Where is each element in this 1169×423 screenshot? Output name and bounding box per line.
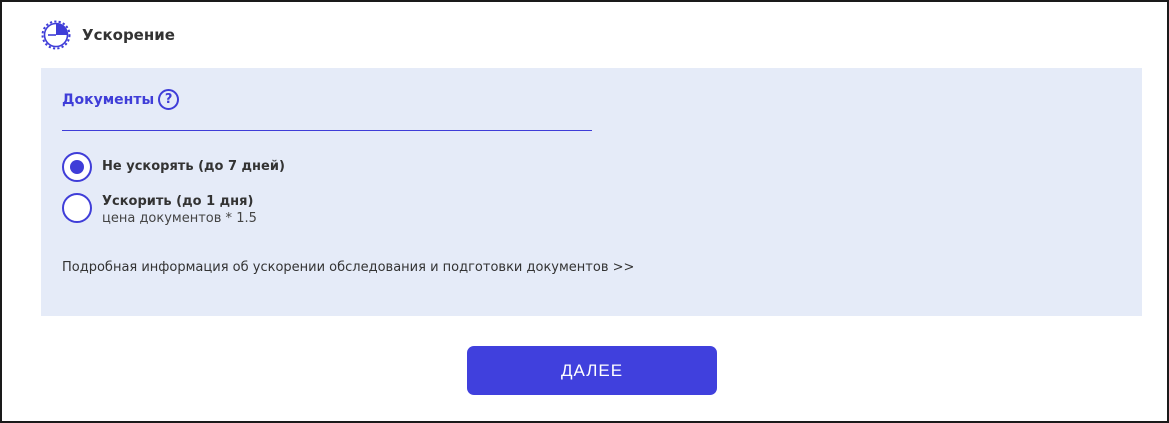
section-title: Ускорение	[82, 26, 175, 44]
radio-button-selected[interactable]	[62, 152, 92, 182]
radio-option-accelerate[interactable]: Ускорить (до 1 дня) цена документов * 1.…	[62, 193, 257, 227]
radio-option-no-acceleration[interactable]: Не ускорять (до 7 дней)	[62, 152, 285, 182]
radio-dot	[70, 160, 84, 174]
option-label: Не ускорять (до 7 дней)	[102, 159, 285, 174]
acceleration-info-link[interactable]: Подробная информация об ускорении обслед…	[62, 260, 634, 275]
next-button[interactable]: ДАЛЕЕ	[467, 346, 717, 395]
help-icon[interactable]: ?	[158, 89, 180, 110]
option-sublabel: цена документов * 1.5	[102, 211, 257, 226]
documents-label: Документы	[62, 91, 155, 108]
page-frame: Ускорение Документы ? Не ускорять (до 7 …	[0, 0, 1169, 423]
divider	[62, 130, 592, 131]
radio-button[interactable]	[62, 193, 92, 223]
stopwatch-icon	[41, 20, 71, 50]
documents-label-row: Документы ?	[62, 89, 180, 110]
option-label: Ускорить (до 1 дня)	[102, 194, 254, 209]
section-header: Ускорение	[40, 19, 175, 51]
options-panel: Документы ? Не ускорять (до 7 дней) Уско…	[41, 68, 1142, 316]
